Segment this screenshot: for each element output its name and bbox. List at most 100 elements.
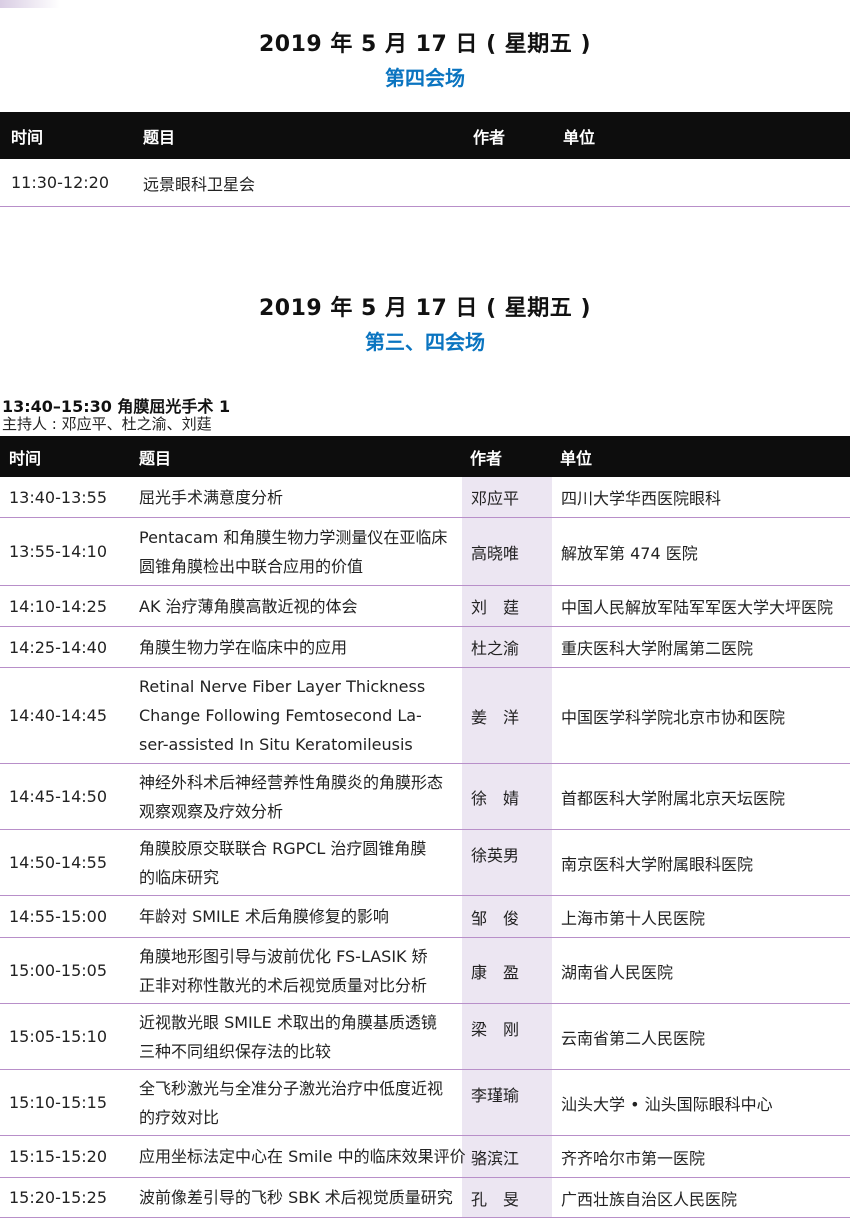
row-time: 13:40-13:55 <box>9 487 107 507</box>
row-time: 14:40-14:45 <box>9 706 107 725</box>
row-unit: 中国人民解放军陆军军医大学大坪医院 <box>561 598 834 617</box>
row-title-line: 角膜生物力学在临床中的应用 <box>139 637 348 657</box>
section1-heading: 2019 年 5 月 17 日 ( 星期五 ) 第四会场 <box>0 26 850 91</box>
header-time: 时间 <box>11 127 44 147</box>
row-time: 13:55-14:10 <box>9 542 107 561</box>
row-title: 角膜生物力学在临床中的应用 <box>139 627 459 667</box>
row-title-line: 神经外科术后神经营养性角膜炎的角膜形态 <box>139 772 444 792</box>
row-title-line: 三种不同组织保存法的比较 <box>139 1041 332 1061</box>
row-title-line: 圆锥角膜检出中联合应用的价值 <box>139 556 364 576</box>
row-time: 14:25-14:40 <box>9 637 107 657</box>
row-unit: 上海市第十人民医院 <box>561 908 706 928</box>
row-author: 杜之渝 <box>471 639 520 658</box>
header-title: 题目 <box>143 127 176 147</box>
row-author: 徐 婧 <box>471 788 520 808</box>
row-time: 15:00-15:05 <box>9 961 107 980</box>
row-title-line: AK 治疗薄角膜高散近视的体会 <box>139 596 358 616</box>
row-title: 角膜地形图引导与波前优化 FS-LASIK 矫正非对称性散光的术后视觉质量对比分… <box>139 938 459 1003</box>
table-row: 13:55-14:10 Pentacam 和角膜生物力学测量仪在亚临床 圆锥角膜检出… <box>0 518 850 586</box>
row-author: 高晓唯 <box>471 543 520 563</box>
row-title: Pentacam 和角膜生物力学测量仪在亚临床 圆锥角膜检出中联合应用的价值 <box>139 518 459 585</box>
table-row: 14:50-14:55 角膜胶原交联联合 RGPCL 治疗圆锥角膜 的临床研究 徐英男… <box>0 830 850 896</box>
row-time: 14:10-14:25 <box>9 596 107 616</box>
corner-decoration <box>0 0 60 8</box>
row-title-line: 全飞秒激光与全准分子激光治疗中低度近视 <box>139 1078 444 1098</box>
row-title-line: 的临床研究 <box>139 867 220 887</box>
row-author: 邓应平 <box>471 489 520 508</box>
row-title: 年龄对 SMILE 术后角膜修复的影响 <box>139 896 459 937</box>
row-time: 15:10-15:15 <box>9 1093 107 1112</box>
table-row: 15:05-15:10 近视散光眼 SMILE 术取出的角膜基质透镜 三种不同组织保… <box>0 1004 850 1070</box>
section1-venue: 第四会场 <box>385 66 465 90</box>
row-unit: 重庆医科大学附属第二医院 <box>561 639 754 658</box>
table-row: 15:20-15:25 波前像差引导的飞秒 SBK 术后视觉质量研究孔 旻 广西壮族… <box>0 1178 850 1218</box>
row-title: 波前像差引导的飞秒 SBK 术后视觉质量研究 <box>139 1178 459 1217</box>
row-unit: 湖南省人民医院 <box>561 962 674 982</box>
row-unit: 齐齐哈尔市第一医院 <box>561 1148 706 1168</box>
row-title-line: 近视散光眼 SMILE 术取出的角膜基质透镜 <box>139 1012 437 1032</box>
table-row: 14:10-14:25 AK 治疗薄角膜高散近视的体会 刘 莛 中国人民解放军陆军军医… <box>0 586 850 627</box>
row-title: 角膜胶原交联联合 RGPCL 治疗圆锥角膜 的临床研究 <box>139 830 459 895</box>
row-title: 远景眼科卫星会 <box>143 174 256 194</box>
row-title-line: 的疗效对比 <box>139 1107 220 1127</box>
row-title: 神经外科术后神经营养性角膜炎的角膜形态 观察观察及疗效分析 <box>139 764 459 829</box>
table-row: 13:40-13:55 屈光手术满意度分析 邓应平 四川大学华西医院眼科 <box>0 477 850 518</box>
row-title: 全飞秒激光与全准分子激光治疗中低度近视 的疗效对比 <box>139 1070 459 1135</box>
row-title: 近视散光眼 SMILE 术取出的角膜基质透镜 三种不同组织保存法的比较 <box>139 1004 459 1069</box>
row-title-line: 角膜胶原交联联合 RGPCL 治疗圆锥角膜 <box>139 838 427 858</box>
row-title-line: 角膜地形图引导与波前优化 FS-LASIK 矫 <box>139 946 428 966</box>
table-row: 15:00-15:05 角膜地形图引导与波前优化 FS-LASIK 矫正非对称性散… <box>0 938 850 1004</box>
row-unit: 首都医科大学附属北京天坛医院 <box>561 788 786 808</box>
row-author: 邹 俊 <box>471 908 520 928</box>
row-unit: 四川大学华西医院眼科 <box>561 489 722 508</box>
row-time: 15:20-15:25 <box>9 1188 107 1207</box>
row-author: 康 盈 <box>471 962 520 982</box>
row-time: 11:30-12:20 <box>11 173 109 192</box>
header-author: 作者 <box>473 127 506 147</box>
table-row: 14:55-15:00 年龄对 SMILE 术后角膜修复的影响 邹 俊 上海市第十人民… <box>0 896 850 938</box>
row-unit: 云南省第二人民医院 <box>561 1028 706 1048</box>
row-author: 骆滨江 <box>471 1148 520 1168</box>
row-time: 14:45-14:50 <box>9 787 107 806</box>
row-title-line: Change Following Femtosecond La- <box>139 706 422 725</box>
row-unit: 广西壮族自治区人民医院 <box>561 1189 738 1209</box>
row-title-line: Pentacam 和角膜生物力学测量仪在亚临床 <box>139 527 448 547</box>
section2-heading: 2019 年 5 月 17 日 ( 星期五 ) 第三、四会场 <box>0 290 850 355</box>
row-title: 应用坐标法定中心在 Smile 中的临床效果评价 <box>139 1136 466 1177</box>
header-unit: 单位 <box>560 448 593 468</box>
section1-date: 2019 年 5 月 17 日 ( 星期五 ) <box>258 32 592 57</box>
section2-venue: 第三、四会场 <box>365 330 485 354</box>
row-title-line: ser-assisted In Situ Keratomileusis <box>139 735 413 754</box>
session-hosts: 主持人 : 邓应平、杜之渝、刘莛 <box>2 415 212 433</box>
row-time: 15:05-15:10 <box>9 1027 107 1046</box>
row-unit: 解放军第 474 医院 <box>561 543 698 563</box>
row-title: Retinal Nerve Fiber Layer Thickness Chang… <box>139 668 459 763</box>
row-title-line: 年龄对 SMILE 术后角膜修复的影响 <box>139 907 389 926</box>
row-author: 徐英男 <box>471 846 520 865</box>
row-title: 屈光手术满意度分析 <box>139 477 459 517</box>
row-title-line: 观察观察及疗效分析 <box>139 801 284 821</box>
header-author: 作者 <box>470 448 503 468</box>
table-row: 15:10-15:15 全飞秒激光与全准分子激光治疗中低度近视 的疗效对比 李瑾瑜 汕头… <box>0 1070 850 1136</box>
row-unit: 汕头大学 • 汕头国际眼科中心 <box>561 1094 773 1114</box>
table-row: 14:45-14:50 神经外科术后神经营养性角膜炎的角膜形态 观察观察及疗效分析徐… <box>0 764 850 830</box>
header-time: 时间 <box>9 448 42 468</box>
row-author: 刘 莛 <box>471 598 520 617</box>
table-row: 14:25-14:40 角膜生物力学在临床中的应用 杜之渝 重庆医科大学附属第二医院 <box>0 627 850 668</box>
section2-date: 2019 年 5 月 17 日 ( 星期五 ) <box>258 296 592 321</box>
row-title-line: 正非对称性散光的术后视觉质量对比分析 <box>139 975 428 995</box>
row-title: AK 治疗薄角膜高散近视的体会 <box>139 586 459 626</box>
row-title-line: 波前像差引导的飞秒 SBK 术后视觉质量研究 <box>139 1188 453 1207</box>
row-author: 姜 洋 <box>471 707 520 727</box>
section2-table-header: 时间 题目 作者 单位 <box>0 436 850 477</box>
row-unit: 南京医科大学附属眼科医院 <box>561 854 754 874</box>
table-row: 14:40-14:45 Retinal Nerve Fiber Layer Thi… <box>0 668 850 764</box>
header-unit: 单位 <box>563 127 596 147</box>
row-title-line: Retinal Nerve Fiber Layer Thickness <box>139 677 426 696</box>
row-title-line: 屈光手术满意度分析 <box>139 487 284 507</box>
table-row: 11:30-12:20 远景眼科卫星会 <box>0 159 850 207</box>
row-author: 梁 刚 <box>471 1020 520 1039</box>
header-title: 题目 <box>139 448 172 468</box>
row-unit: 中国医学科学院北京市协和医院 <box>561 707 786 727</box>
row-time: 14:55-15:00 <box>9 907 107 926</box>
